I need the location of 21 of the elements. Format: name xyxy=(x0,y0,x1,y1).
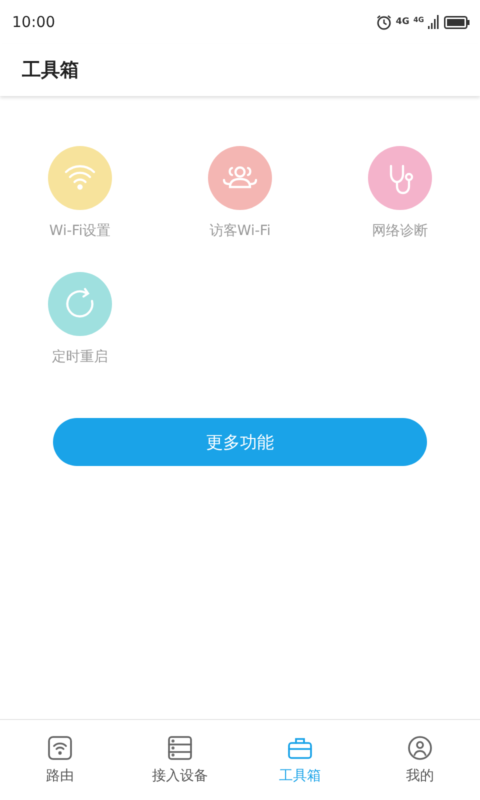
signal-icon xyxy=(428,15,440,29)
tab[interactable]: 接入设备 xyxy=(120,720,240,800)
page-title: 工具箱 xyxy=(22,58,79,83)
stethoscope-icon[interactable] xyxy=(368,146,432,210)
people-icon[interactable] xyxy=(208,146,272,210)
server-icon xyxy=(167,735,193,761)
battery-icon xyxy=(444,16,470,28)
tool-label: 访客Wi-Fi xyxy=(209,222,271,240)
toolbox-icon xyxy=(287,735,313,761)
tab[interactable]: 我的 xyxy=(360,720,480,800)
refresh-icon[interactable] xyxy=(48,272,112,336)
network-label: 4G xyxy=(396,17,410,27)
tool-label: 网络诊断 xyxy=(372,222,428,240)
tool-label: Wi-Fi设置 xyxy=(49,222,111,240)
status-time: 10:00 xyxy=(12,13,56,31)
wifi-icon xyxy=(47,735,73,761)
wifi-icon[interactable] xyxy=(48,146,112,210)
alarm-icon xyxy=(376,14,392,30)
user-icon xyxy=(407,735,433,761)
tab[interactable]: 路由 xyxy=(0,720,120,800)
tool-label: 定时重启 xyxy=(52,348,108,366)
